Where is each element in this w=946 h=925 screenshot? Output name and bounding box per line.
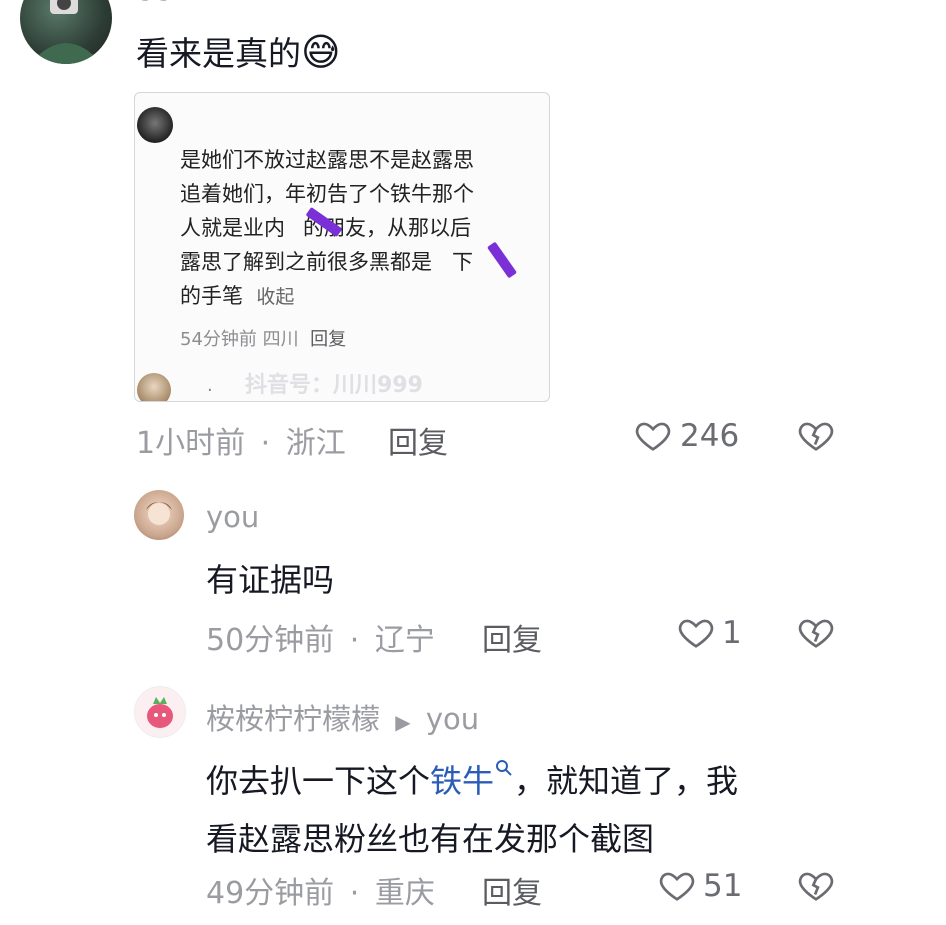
meta-separator: · [349, 876, 360, 911]
comment-text: 你去扒一下这个铁牛 ，就知道了，我 看赵露思粉丝也有在发那个截图 [206, 752, 738, 868]
search-icon [496, 760, 512, 776]
meta-separator: · [349, 623, 360, 658]
card-line-2: 追着她们，年初告了个铁牛那个 [180, 182, 474, 206]
avatar[interactable] [134, 686, 186, 738]
card-meta: 54分钟前 四川 回复 [180, 325, 346, 351]
meta-separator: · [260, 426, 271, 461]
like-button[interactable] [677, 613, 715, 651]
like-count: 1 [722, 615, 742, 651]
reply-to-username[interactable]: you [426, 702, 479, 736]
reply-button[interactable]: 回复 [388, 418, 448, 462]
card-line-3: 人就是业内 的朋友，从那以后 [180, 216, 471, 240]
card-next-dot: . [207, 375, 213, 396]
comment-meta: 49分钟前 · 重庆 [206, 868, 435, 912]
like-button[interactable] [658, 866, 696, 904]
card-avatar [137, 107, 173, 143]
card-meta-reply: 回复 [310, 329, 347, 350]
reply-button[interactable]: 回复 [482, 868, 542, 912]
username[interactable]: t t [138, 0, 167, 8]
dislike-button[interactable] [797, 866, 835, 904]
comment-location: 重庆 [374, 876, 435, 911]
avatar-image [147, 697, 173, 728]
comment-meta: 50分钟前 · 辽宁 [206, 615, 435, 659]
avatar[interactable] [20, 0, 112, 64]
comment-text: 有证据吗 [206, 561, 335, 599]
comment-meta: 1小时前 · 浙江 [136, 418, 346, 462]
sweat-smile-emoji-icon: 😅 [301, 30, 341, 74]
comment-text-line-1: 你去扒一下这个铁牛 ，就知道了，我 [206, 752, 738, 810]
card-line-1: 是她们不放过赵露思不是赵露思 [180, 148, 474, 172]
card-next-avatar [137, 373, 171, 401]
heart-icon [635, 422, 671, 451]
dislike-button[interactable] [797, 613, 835, 651]
like-button[interactable] [634, 416, 672, 454]
comment-location: 浙江 [285, 426, 346, 461]
card-collapse-link: 收起 [256, 286, 295, 308]
quoted-screenshot-card[interactable]: 是她们不放过赵露思不是赵露思 追着她们，年初告了个铁牛那个 人就是业内 的朋友，从… [134, 92, 550, 402]
card-text-block: 是她们不放过赵露思不是赵露思 追着她们，年初告了个铁牛那个 人就是业内 的朋友，从… [180, 143, 549, 314]
keyword-search-link[interactable]: 铁牛 [430, 760, 514, 800]
comment-location: 辽宁 [374, 623, 435, 658]
card-meta-location: 四川 [262, 329, 299, 350]
avatar-image [30, 0, 102, 64]
reply-button[interactable]: 回复 [482, 615, 542, 659]
comment-text-line-2: 看赵露思粉丝也有在发那个截图 [206, 820, 655, 858]
comment-text: 看来是真的😅 [136, 30, 341, 76]
username[interactable]: 桉桉柠柠檬檬 [206, 702, 380, 736]
like-count: 246 [680, 418, 740, 454]
comment-time: 1小时前 [136, 426, 246, 461]
broken-heart-icon [798, 619, 834, 648]
avatar-image [146, 502, 172, 525]
heart-icon [678, 619, 714, 648]
watermark: 抖音号：川川999 [245, 373, 423, 398]
comment-time: 49分钟前 [206, 876, 335, 911]
heart-icon [659, 872, 695, 901]
broken-heart-icon [798, 422, 834, 451]
comment-text-body: 看来是真的 [136, 34, 301, 73]
card-line-5: 的手笔 收起 [180, 284, 295, 308]
reply-header: 桉桉柠柠檬檬 ▶ you [206, 696, 479, 738]
comment-time: 50分钟前 [206, 623, 335, 658]
avatar[interactable] [134, 490, 184, 540]
reply-to-arrow-icon: ▶ [395, 710, 411, 734]
username[interactable]: you [206, 500, 259, 534]
broken-heart-icon [798, 872, 834, 901]
like-count: 51 [703, 868, 743, 904]
card-meta-time: 54分钟前 [180, 329, 257, 350]
dislike-button[interactable] [797, 416, 835, 454]
